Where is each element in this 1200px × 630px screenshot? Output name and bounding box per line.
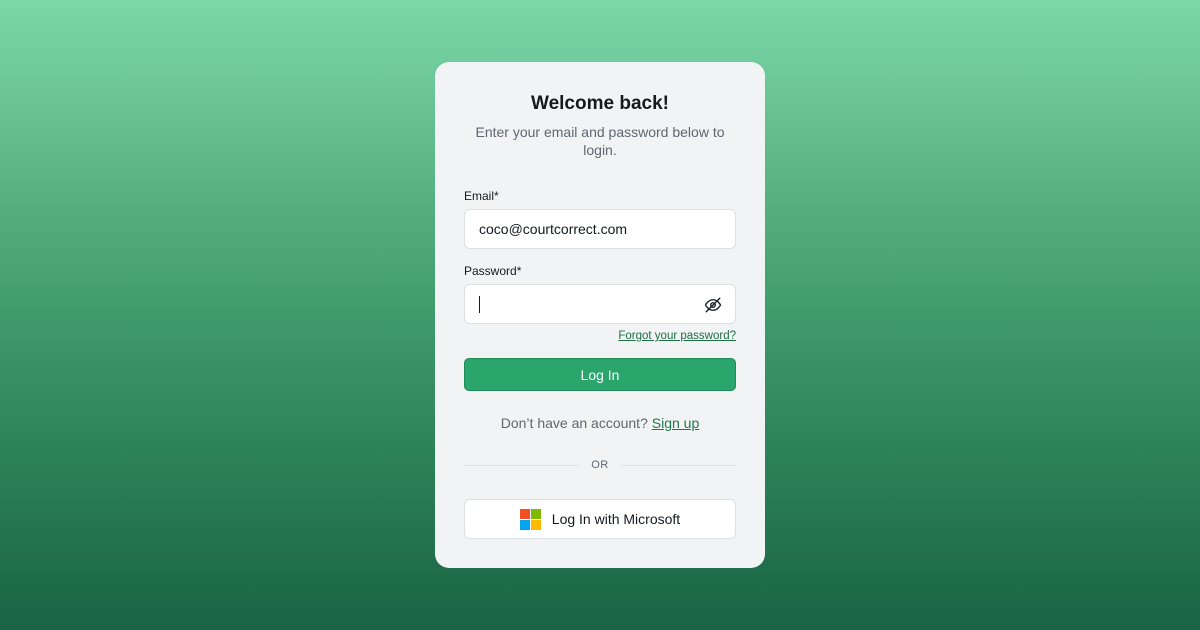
login-card: Welcome back! Enter your email and passw… xyxy=(435,62,765,568)
forgot-password-link[interactable]: Forgot your password? xyxy=(618,330,736,342)
email-label: Email* xyxy=(464,189,499,203)
password-label: Password* xyxy=(464,264,522,278)
divider-line-left xyxy=(464,464,580,466)
microsoft-logo-icon xyxy=(519,508,541,530)
page-subtitle: Enter your email and password below to l… xyxy=(475,124,725,158)
text-cursor xyxy=(479,295,480,313)
login-button[interactable]: Log In xyxy=(464,358,736,391)
signup-link[interactable]: Sign up xyxy=(652,415,699,431)
microsoft-login-button[interactable]: Log In with Microsoft xyxy=(464,499,736,539)
page-title: Welcome back! xyxy=(531,93,669,114)
signup-prompt: Don’t have an account? xyxy=(500,415,648,431)
divider-line-right xyxy=(620,464,736,466)
email-value: coco@courtcorrect.com xyxy=(479,221,628,237)
microsoft-login-label: Log In with Microsoft xyxy=(551,511,681,527)
signup-row: Don’t have an account? Sign up xyxy=(464,414,736,432)
email-field[interactable]: coco@courtcorrect.com xyxy=(464,209,736,249)
eye-off-icon[interactable] xyxy=(704,296,722,314)
divider-text: OR xyxy=(591,459,609,471)
or-divider: OR xyxy=(464,459,736,471)
password-field[interactable] xyxy=(464,284,736,324)
